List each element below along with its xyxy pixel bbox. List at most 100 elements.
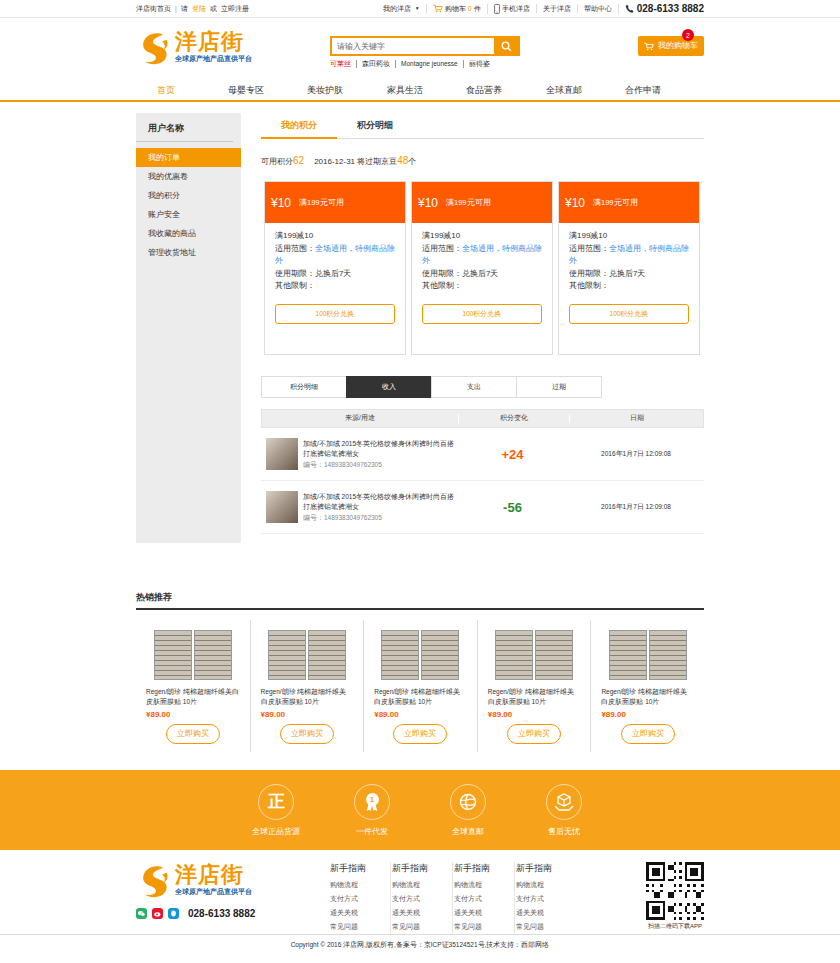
product-list: Regen/朗珍 纯棉超细纤维美白皮肤面膜贴 10片¥89.00立即购买Rege… — [136, 620, 704, 752]
product-name[interactable]: Regen/朗珍 纯棉超细纤维美白皮肤面膜贴 10片 — [601, 687, 694, 707]
nav-item[interactable]: 母婴专区 — [216, 84, 276, 97]
nav-item[interactable]: 首页 — [136, 84, 196, 97]
detail-tab[interactable]: 积分明细 — [261, 376, 347, 398]
product-name[interactable]: Regen/朗珍 纯棉超细纤维美白皮肤面膜贴 10片 — [261, 687, 354, 707]
product-card: Regen/朗珍 纯棉超细纤维美白皮肤面膜贴 10片 ¥89.00 立即购买 — [136, 620, 250, 752]
nav-item[interactable]: 全球直邮 — [534, 84, 594, 97]
coupon-amount: ¥10 — [271, 196, 291, 210]
buy-button[interactable]: 立即购买 — [393, 724, 447, 744]
footer-link[interactable]: 支付方式 — [516, 892, 576, 906]
search-input[interactable] — [332, 38, 494, 54]
footer-phone: 028-6133 8882 — [188, 908, 255, 919]
hot-words: 可莱丝森田药妆Montagne jeunesse丽得姿 — [330, 60, 520, 68]
hot-word[interactable]: 森田药妆 — [356, 60, 395, 68]
footer-link[interactable]: 常见问题 — [392, 920, 452, 934]
content: 我的积分积分明细可用积分622016-12-31 将过期京豆48个¥10满199… — [261, 113, 704, 543]
coupon-condition: 满199元可用 — [593, 198, 638, 208]
buy-button[interactable]: 立即购买 — [280, 724, 334, 744]
sidebar-item[interactable]: 账户安全 — [136, 205, 241, 224]
hot-word[interactable]: 可莱丝 — [330, 60, 356, 68]
login-link[interactable]: 登陆 — [192, 4, 206, 14]
product-title[interactable]: 加绒/不加绒 2015冬英伦格纹修身休闲裤时尚百搭打底裤铅笔裤潮女 — [303, 492, 457, 512]
my-store-menu[interactable]: 我的洋店▼ — [377, 4, 426, 13]
footer-link[interactable]: 常见问题 — [516, 920, 576, 934]
footer-link[interactable]: 支付方式 — [392, 892, 452, 906]
content-tab[interactable]: 积分明细 — [337, 113, 413, 139]
product-price: ¥89.00 — [146, 710, 240, 719]
redeem-button[interactable]: 100积分兑换 — [422, 304, 542, 324]
hot-word[interactable]: 丽得姿 — [463, 60, 495, 68]
detail-tab[interactable]: 收入 — [346, 376, 432, 398]
coupon-card: ¥10满199元可用满199减10适用范围：全场通用，特例商品除外使用期限：兑换… — [264, 181, 406, 355]
product-name[interactable]: Regen/朗珍 纯棉超细纤维美白皮肤面膜贴 10片 — [374, 687, 467, 707]
footer-link[interactable]: 购物流程 — [516, 878, 576, 892]
sidebar-item[interactable]: 管理收货地址 — [136, 243, 241, 262]
nav-item[interactable]: 美妆护肤 — [295, 84, 355, 97]
footer-link[interactable]: 常见问题 — [330, 920, 390, 934]
footer-link[interactable]: 购物流程 — [330, 878, 390, 892]
footer-link[interactable]: 支付方式 — [454, 892, 514, 906]
product-image[interactable] — [494, 626, 574, 680]
footer-column: 新手指南购物流程支付方式通关关税常见问题 — [329, 862, 390, 934]
search-button[interactable] — [494, 38, 518, 54]
home-link[interactable]: 洋店街首页 — [136, 4, 171, 14]
buy-button[interactable]: 立即购买 — [507, 724, 561, 744]
product-name[interactable]: Regen/朗珍 纯棉超细纤维美白皮肤面膜贴 10片 — [146, 687, 240, 707]
points-change: +24 — [457, 447, 568, 462]
coupon-card: ¥10满199元可用满199减10适用范围：全场通用，特例商品除外使用期限：兑换… — [411, 181, 553, 355]
product-thumbnail[interactable] — [266, 438, 298, 470]
detail-tab[interactable]: 支出 — [431, 376, 517, 398]
product-image[interactable] — [380, 626, 460, 680]
qq-icon[interactable] — [168, 908, 179, 919]
redeem-button[interactable]: 100积分兑换 — [569, 304, 689, 324]
header: 洋店街全球原产地产品直供平台可莱丝森田药妆Montagne jeunesse丽得… — [136, 18, 704, 80]
product-image[interactable] — [267, 626, 347, 680]
buy-button[interactable]: 立即购买 — [166, 724, 220, 744]
footer-logo[interactable]: 洋店街全球原产地产品直供平台 — [136, 862, 330, 898]
nav-item[interactable]: 家具生活 — [375, 84, 435, 97]
footer: 洋店街全球原产地产品直供平台 028-6133 8882 新手指南购物流程支付方式通… — [0, 850, 840, 956]
product-name[interactable]: Regen/朗珍 纯棉超细纤维美白皮肤面膜贴 10片 — [488, 687, 581, 707]
footer-link[interactable]: 支付方式 — [330, 892, 390, 906]
top-bar-link[interactable]: 关于洋店 — [536, 4, 577, 13]
footer-link[interactable]: 常见问题 — [454, 920, 514, 934]
logo-name: 洋店街 — [175, 863, 252, 887]
hot-word[interactable]: Montagne jeunesse — [395, 60, 463, 68]
footer-link[interactable]: 通关关税 — [392, 906, 452, 920]
redeem-button[interactable]: 100积分兑换 — [275, 304, 395, 324]
nav-item[interactable]: 合作申请 — [613, 84, 673, 97]
content-tab[interactable]: 我的积分 — [261, 113, 337, 139]
logo-name: 洋店街 — [175, 30, 252, 54]
weibo-icon[interactable] — [152, 908, 163, 919]
footer-link[interactable]: 购物流程 — [454, 878, 514, 892]
nav-item[interactable]: 食品营养 — [454, 84, 514, 97]
footer-column: 新手指南购物流程支付方式通关关税常见问题 — [452, 862, 514, 934]
points-table: 来源/用途积分变化日期加绒/不加绒 2015冬英伦格纹修身休闲裤时尚百搭打底裤铅… — [261, 409, 704, 534]
sidebar-item[interactable]: 我的订单 — [136, 148, 241, 167]
feature-item: 售后无忧 — [539, 784, 589, 837]
footer-link[interactable]: 通关关税 — [516, 906, 576, 920]
cart-icon — [644, 42, 654, 51]
register-link[interactable]: 立即注册 — [221, 4, 249, 14]
footer-link[interactable]: 购物流程 — [392, 878, 452, 892]
source-cell: 加绒/不加绒 2015冬英伦格纹修身休闲裤时尚百搭打底裤铅笔裤潮女编号：1489… — [261, 438, 457, 470]
top-bar-link[interactable]: 帮助中心 — [577, 4, 618, 13]
my-cart-button[interactable]: 我的购物车2 — [638, 36, 704, 56]
sidebar-item[interactable]: 我的优惠卷 — [136, 167, 241, 186]
footer-link[interactable]: 通关关税 — [454, 906, 514, 920]
top-cart-link[interactable]: 购物车0件 — [426, 4, 487, 13]
coupon-period: 使用期限：兑换后7天 — [275, 268, 395, 281]
sidebar-item[interactable]: 我收藏的商品 — [136, 224, 241, 243]
product-title[interactable]: 加绒/不加绒 2015冬英伦格纹修身休闲裤时尚百搭打底裤铅笔裤潮女 — [303, 439, 457, 459]
detail-tab[interactable]: 过期 — [516, 376, 602, 398]
sidebar-item[interactable]: 我的积分 — [136, 186, 241, 205]
product-image[interactable] — [608, 626, 688, 680]
product-thumbnail[interactable] — [266, 491, 298, 523]
mobile-store-link[interactable]: 手机洋店 — [487, 4, 536, 14]
product-image[interactable] — [153, 626, 233, 680]
wechat-icon[interactable] — [136, 908, 147, 919]
buy-button[interactable]: 立即购买 — [621, 724, 675, 744]
footer-link[interactable]: 通关关税 — [330, 906, 390, 920]
page: 洋店街首页|请登陆或立即注册我的洋店▼ 购物车0件 手机洋店关于洋店帮助中心 0… — [0, 0, 840, 963]
logo[interactable]: 洋店街全球原产地产品直供平台 — [136, 29, 330, 65]
